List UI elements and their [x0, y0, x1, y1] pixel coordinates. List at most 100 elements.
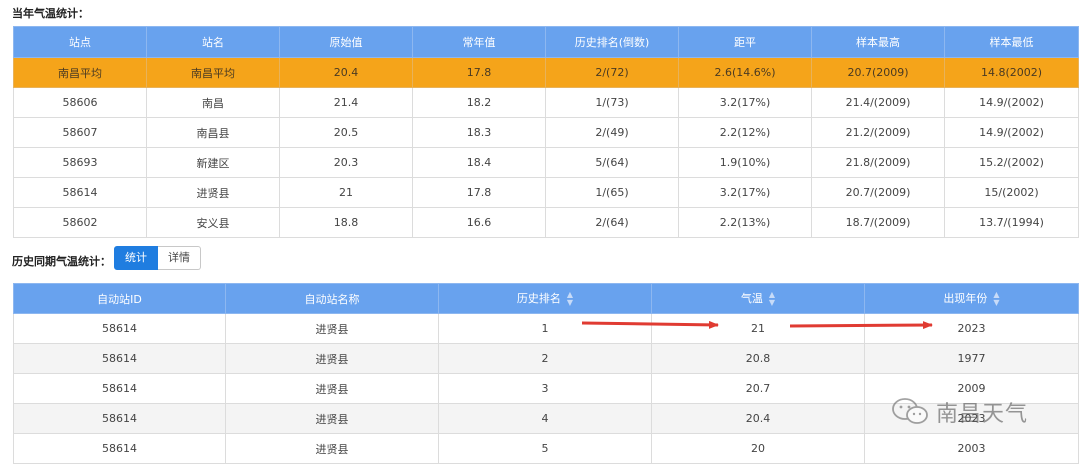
table-cell: 2.6(14.6%) [678, 57, 812, 88]
table-cell: 58614 [13, 313, 226, 344]
table-cell: 3.2(17%) [678, 87, 812, 118]
table-row: 58693 新建区 20.3 18.4 5/(64) 1.9(10%) 21.8/(2009… [13, 147, 1079, 178]
tab-details[interactable]: 详情 [158, 246, 201, 270]
table-cell: 58607 [13, 117, 147, 148]
table-cell: 58614 [13, 403, 226, 434]
current-header-3: 常年值 [412, 26, 546, 58]
table-cell: 21.8/(2009) [811, 147, 945, 178]
table-cell: 2.2(13%) [678, 207, 812, 238]
current-stats-title: 当年气温统计： [12, 7, 89, 20]
table-cell: 1.9(10%) [678, 147, 812, 178]
table-cell: 58602 [13, 207, 147, 238]
table-cell: 新建区 [146, 147, 280, 178]
table-cell: 3 [438, 373, 652, 404]
table-cell: 2.2(12%) [678, 117, 812, 148]
table-cell: 58606 [13, 87, 147, 118]
table-cell: 20.3 [279, 147, 413, 178]
table-cell: 1977 [864, 343, 1079, 374]
table-cell: 18.3 [412, 117, 546, 148]
sort-icon[interactable]: ▲ ▼ [769, 291, 775, 307]
table-cell: 2/(49) [545, 117, 679, 148]
history-header-1: 自动站名称 [225, 283, 439, 314]
table-cell: 14.9/(2002) [944, 87, 1079, 118]
table-cell: 14.9/(2002) [944, 117, 1079, 148]
header-label: 气温 [740, 292, 763, 305]
table-cell: 2/(72) [545, 57, 679, 88]
table-cell: 18.4 [412, 147, 546, 178]
table-cell: 18.8 [279, 207, 413, 238]
header-label: 历史排名 [516, 292, 561, 305]
sort-icon[interactable]: ▲ ▼ [993, 291, 999, 307]
history-header-4[interactable]: 出现年份 ▲ ▼ [864, 283, 1079, 314]
table-cell: 南昌 [146, 87, 280, 118]
table-cell: 1/(73) [545, 87, 679, 118]
table-row: 58614 进贤县 1 21 2023 [13, 313, 1079, 344]
table-cell: 20.7(2009) [811, 57, 945, 88]
table-row: 58614 进贤县 2 20.8 1977 [13, 343, 1079, 374]
table-cell: 20.8 [651, 343, 865, 374]
wechat-icon [892, 398, 928, 424]
table-cell: 南昌县 [146, 117, 280, 148]
table-cell: 20.7 [651, 373, 865, 404]
table-cell: 南昌平均 [13, 57, 147, 88]
table-cell: 21.4/(2009) [811, 87, 945, 118]
table-cell: 5 [438, 433, 652, 464]
current-header-5: 距平 [678, 26, 812, 58]
table-cell: 20 [651, 433, 865, 464]
table-cell: 1 [438, 313, 652, 344]
table-cell: 18.2 [412, 87, 546, 118]
header-label: 自动站ID [97, 292, 142, 306]
table-cell: 1/(65) [545, 177, 679, 208]
table-row-average: 南昌平均 南昌平均 20.4 17.8 2/(72) 2.6(14.6%) 20.7(200… [13, 57, 1079, 88]
table-cell: 进贤县 [225, 343, 439, 374]
table-cell: 3.2(17%) [678, 177, 812, 208]
table-cell: 2/(64) [545, 207, 679, 238]
table-row: 58614 进贤县 5 20 2003 [13, 433, 1079, 464]
table-cell: 2 [438, 343, 652, 374]
table-cell: 58614 [13, 433, 226, 464]
history-header-0: 自动站ID [13, 283, 226, 314]
current-stats-table: 站点 站名 原始值 常年值 历史排名(倒数) 距平 样本最高 样本最低 南昌平均 南昌平均 20.… [13, 26, 1079, 238]
table-cell: 13.7/(1994) [944, 207, 1079, 238]
current-header-4: 历史排名(倒数) [545, 26, 679, 58]
current-header-6: 样本最高 [811, 26, 945, 58]
history-header-2[interactable]: 历史排名 ▲ ▼ [438, 283, 652, 314]
table-row: 58602 安义县 18.8 16.6 2/(64) 2.2(13%) 18.7/(2009… [13, 207, 1079, 238]
table-row: 58614 进贤县 21 17.8 1/(65) 3.2(17%) 20.7/(2009) 1… [13, 177, 1079, 208]
table-cell: 20.7/(2009) [811, 177, 945, 208]
table-cell: 58614 [13, 177, 147, 208]
current-header-7: 样本最低 [944, 26, 1079, 58]
table-cell: 58614 [13, 373, 226, 404]
header-label: 自动站名称 [304, 292, 360, 306]
table-cell: 20.4 [651, 403, 865, 434]
table-cell: 5/(64) [545, 147, 679, 178]
table-cell: 58693 [13, 147, 147, 178]
table-cell: 21.4 [279, 87, 413, 118]
table-cell: 21.2/(2009) [811, 117, 945, 148]
tab-statistics[interactable]: 统计 [114, 246, 158, 270]
table-cell: 15/(2002) [944, 177, 1079, 208]
table-cell: 17.8 [412, 177, 546, 208]
table-cell: 进贤县 [225, 373, 439, 404]
table-cell: 16.6 [412, 207, 546, 238]
current-header-1: 站名 [146, 26, 280, 58]
watermark: 南昌天气 [890, 396, 1028, 428]
sort-icon[interactable]: ▲ ▼ [567, 291, 573, 307]
table-cell: 安义县 [146, 207, 280, 238]
table-row: 58606 南昌 21.4 18.2 1/(73) 3.2(17%) 21.4/(2009)… [13, 87, 1079, 118]
table-cell: 20.4 [279, 57, 413, 88]
table-cell: 进贤县 [146, 177, 280, 208]
header-label: 出现年份 [943, 292, 988, 305]
table-cell: 18.7/(2009) [811, 207, 945, 238]
table-cell: 进贤县 [225, 433, 439, 464]
history-stats-table: 自动站ID 自动站名称 历史排名 ▲ ▼ 气温 ▲ ▼ 出现年份 ▲ ▼ 58614 进贤县 1 21 20… [13, 283, 1079, 464]
table-cell: 21 [651, 313, 865, 344]
current-header-0: 站点 [13, 26, 147, 58]
table-cell: 58614 [13, 343, 226, 374]
history-header-3[interactable]: 气温 ▲ ▼ [651, 283, 865, 314]
table-cell: 15.2/(2002) [944, 147, 1079, 178]
table-cell: 进贤县 [225, 403, 439, 434]
table-cell: 21 [279, 177, 413, 208]
table-cell: 2003 [864, 433, 1079, 464]
table-cell: 17.8 [412, 57, 546, 88]
